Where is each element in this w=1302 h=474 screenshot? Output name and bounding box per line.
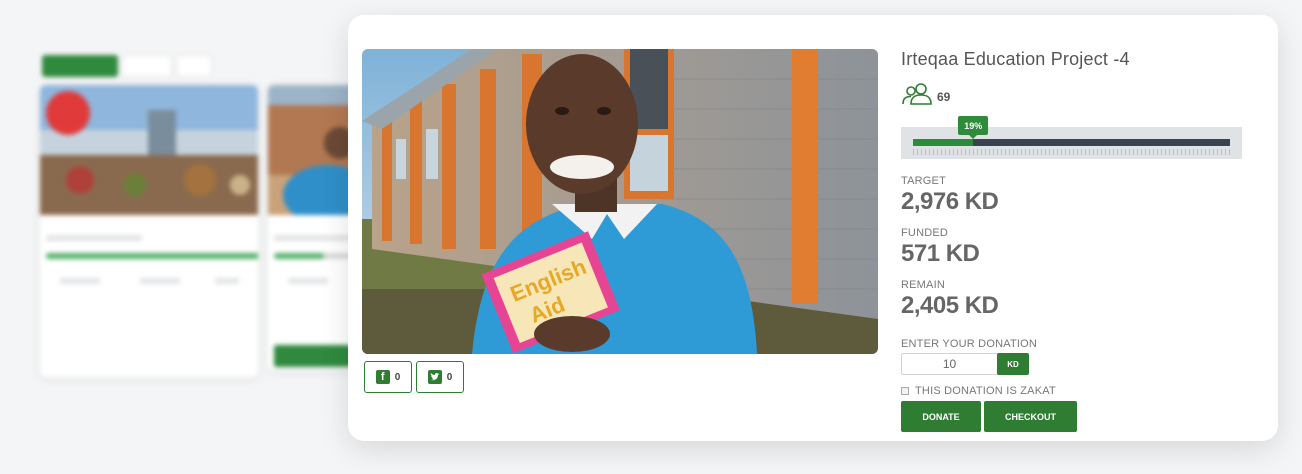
zakat-option[interactable]: THIS DONATION IS ZAKAT [901, 385, 1056, 397]
background-line [140, 278, 180, 284]
featured-project-card: English Aid f 0 0 Irteqaa Education Proj… [348, 15, 1278, 441]
donors-count-value: 69 [937, 89, 951, 104]
project-details: Irteqaa Education Project -4 69 19% TARG… [901, 15, 1251, 441]
progress-fill [913, 139, 974, 146]
background-line [288, 278, 328, 284]
project-title: Irteqaa Education Project -4 [901, 49, 1130, 69]
background-tab [176, 55, 212, 77]
zakat-label: THIS DONATION IS ZAKAT [915, 385, 1056, 397]
background-bar [46, 253, 258, 259]
checkout-button[interactable]: CHECKOUT [984, 401, 1077, 432]
background-project-card [40, 85, 258, 377]
background-tabs [42, 55, 212, 77]
currency-button[interactable]: KD [997, 353, 1029, 375]
funded-value: 571 KD [901, 240, 980, 267]
donation-label: ENTER YOUR DONATION [901, 338, 1038, 350]
background-card-image [40, 85, 258, 215]
users-icon [901, 83, 933, 110]
facebook-share-button[interactable]: f 0 [364, 361, 412, 393]
background-line [46, 235, 142, 241]
progress-ruler [913, 149, 1230, 155]
funded-label: FUNDED [901, 227, 949, 239]
remain-value: 2,405 KD [901, 292, 999, 319]
progress-percent-badge: 19% [958, 116, 989, 139]
donation-amount-input[interactable] [901, 353, 998, 375]
zakat-checkbox[interactable] [901, 387, 909, 395]
project-photo-illustration: English Aid [362, 49, 878, 354]
background-tab [122, 55, 172, 77]
progress-track [913, 139, 1230, 146]
twitter-share-count: 0 [446, 371, 453, 383]
background-line [60, 278, 100, 284]
facebook-share-count: 0 [394, 371, 401, 383]
background-tab-active [42, 55, 118, 77]
background-line [274, 235, 354, 241]
project-photo: English Aid [362, 49, 878, 354]
target-value: 2,976 KD [901, 188, 999, 215]
background-line [215, 278, 239, 284]
donors-count: 69 [901, 83, 950, 110]
twitter-share-button[interactable]: 0 [416, 361, 464, 393]
remain-label: REMAIN [901, 279, 945, 291]
twitter-icon [427, 370, 442, 384]
target-label: TARGET [901, 175, 946, 187]
donate-button[interactable]: DONATE [901, 401, 981, 432]
facebook-icon: f [375, 370, 390, 384]
funding-progress [901, 127, 1242, 159]
